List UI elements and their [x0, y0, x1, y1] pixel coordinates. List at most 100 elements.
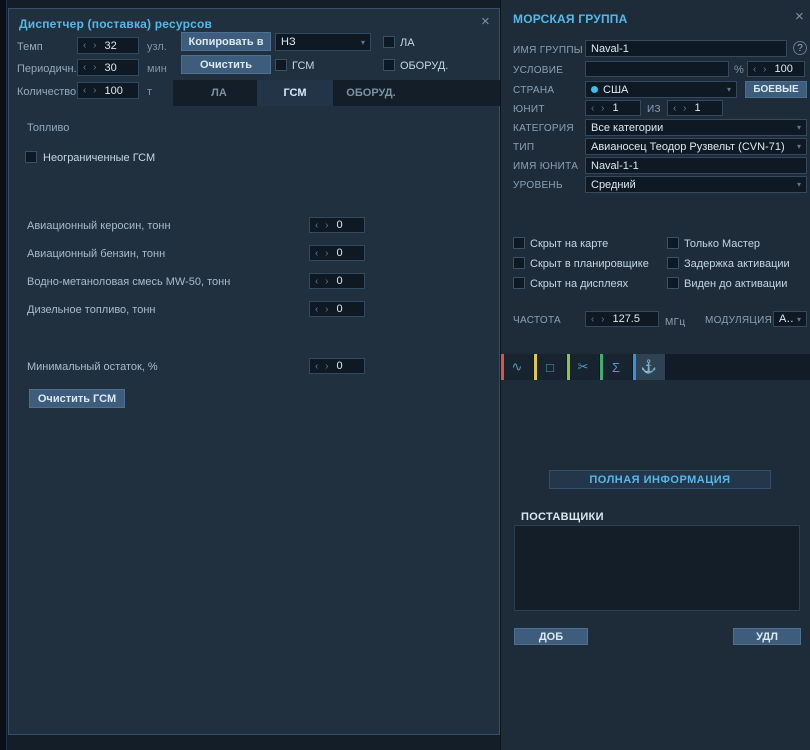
- chevron-down-icon[interactable]: ▾: [727, 85, 731, 94]
- stepper-arrows-icon[interactable]: ‹ ›: [753, 64, 768, 75]
- unit-name-input[interactable]: [585, 157, 807, 174]
- chevron-down-icon[interactable]: ▾: [797, 180, 801, 189]
- combat-button[interactable]: БОЕВЫЕ: [745, 81, 807, 98]
- min-remainder-stepper[interactable]: ‹ › 0: [309, 358, 365, 374]
- chevron-down-icon[interactable]: ▾: [797, 315, 801, 324]
- fuel-row-value: 0: [336, 303, 343, 315]
- unit-name-label: ИМЯ ЮНИТА: [513, 161, 579, 172]
- ship-tab-color-bar: [633, 354, 636, 380]
- dispatcher-tabstrip: ЛА ГСМ ОБОРУД.: [173, 80, 500, 106]
- fuel-row-stepper[interactable]: ‹ › 0: [309, 245, 365, 261]
- copy-flag-oborud-checkbox[interactable]: [383, 59, 395, 71]
- stepper-arrows-icon[interactable]: ‹ ›: [315, 361, 330, 372]
- country-color-dot: [591, 86, 598, 93]
- unit-index-stepper[interactable]: ‹ › 1: [585, 100, 641, 116]
- flag-master-only-checkbox[interactable]: [667, 237, 679, 249]
- stepper-arrows-icon[interactable]: ‹ ›: [315, 248, 330, 259]
- stepper-arrows-icon[interactable]: ‹ ›: [315, 220, 330, 231]
- stepper-arrows-icon[interactable]: ‹ ›: [83, 85, 98, 96]
- modulation-dropdown[interactable]: AM ▾: [773, 311, 807, 327]
- unit-index-label: ЮНИТ: [513, 104, 545, 115]
- icon-tab-sum[interactable]: Σ: [600, 354, 633, 380]
- stepper-arrows-icon[interactable]: ‹ ›: [591, 314, 606, 325]
- flag-activation-delay-checkbox[interactable]: [667, 257, 679, 269]
- tempo-unit-label: узл.: [147, 41, 167, 53]
- tab-la[interactable]: ЛА: [181, 80, 257, 106]
- copy-target-value: НЗ: [281, 36, 296, 48]
- icon-tab-ship[interactable]: ⚓: [633, 354, 666, 380]
- clear-fuel-button[interactable]: Очистить ГСМ: [29, 389, 125, 408]
- flag-hidden-in-planner-checkbox[interactable]: [513, 257, 525, 269]
- sum-tab-color-bar: [600, 354, 603, 380]
- icon-tab-route[interactable]: ∿: [501, 354, 534, 380]
- naval-group-window: МОРСКАЯ ГРУППА × ИМЯ ГРУППЫ ? УСЛОВИЕ % …: [500, 0, 810, 750]
- type-value: Авианосец Теодор Рузвельт (CVN-71): [591, 140, 785, 153]
- copy-flag-la-label: ЛА: [400, 37, 415, 49]
- delete-supplier-button[interactable]: УДЛ: [733, 628, 801, 645]
- period-value: 30: [104, 61, 117, 74]
- flag-visible-before-activation-label: Виден до активации: [684, 278, 788, 290]
- tempo-stepper[interactable]: ‹ › 32: [77, 37, 139, 54]
- suppliers-listbox[interactable]: [514, 525, 800, 611]
- unlimited-fuel-label: Неограниченные ГСМ: [43, 152, 156, 164]
- stepper-arrows-icon[interactable]: ‹ ›: [83, 62, 98, 73]
- type-label: ТИП: [513, 142, 535, 153]
- chevron-down-icon[interactable]: ▾: [797, 142, 801, 151]
- stepper-arrows-icon[interactable]: ‹ ›: [673, 103, 688, 114]
- flag-master-only-label: Только Мастер: [684, 238, 761, 250]
- country-dropdown[interactable]: США ▾: [585, 81, 737, 98]
- stepper-arrows-icon[interactable]: ‹ ›: [591, 103, 606, 114]
- frequency-stepper[interactable]: ‹ › 127.5: [585, 311, 659, 327]
- chevron-down-icon[interactable]: ▾: [361, 38, 365, 47]
- copy-to-button[interactable]: Копировать в: [181, 32, 271, 51]
- help-icon[interactable]: ?: [793, 41, 807, 55]
- resource-dispatcher-window: Диспетчер (поставка) ресурсов × Темп ‹ ›…: [8, 8, 500, 735]
- add-supplier-button[interactable]: ДОБ: [514, 628, 588, 645]
- group-name-input[interactable]: [585, 40, 787, 57]
- frequency-unit-label: МГц: [665, 317, 686, 328]
- scissors-icon: ✂: [577, 359, 589, 374]
- condition-input[interactable]: [585, 61, 729, 77]
- copy-target-dropdown[interactable]: НЗ ▾: [275, 33, 371, 51]
- stepper-arrows-icon[interactable]: ‹ ›: [315, 304, 330, 315]
- category-dropdown[interactable]: Все категории ▾: [585, 119, 807, 136]
- icon-tab-cut[interactable]: ✂: [567, 354, 600, 380]
- tab-gsm[interactable]: ГСМ: [257, 80, 333, 106]
- flag-hidden-on-map-checkbox[interactable]: [513, 237, 525, 249]
- period-stepper[interactable]: ‹ › 30: [77, 59, 139, 76]
- type-dropdown[interactable]: Авианосец Теодор Рузвельт (CVN-71) ▾: [585, 138, 807, 155]
- amount-stepper[interactable]: ‹ › 100: [77, 82, 139, 99]
- fuel-row-stepper[interactable]: ‹ › 0: [309, 301, 365, 317]
- close-icon[interactable]: ×: [795, 9, 804, 24]
- suppliers-label: ПОСТАВЩИКИ: [521, 511, 604, 523]
- unit-of-label: ИЗ: [647, 104, 661, 115]
- unit-total-stepper[interactable]: ‹ › 1: [667, 100, 723, 116]
- tempo-value: 32: [104, 39, 117, 52]
- flag-visible-before-activation-checkbox[interactable]: [667, 277, 679, 289]
- copy-flag-gsm-label: ГСМ: [292, 60, 315, 72]
- full-info-button[interactable]: ПОЛНАЯ ИНФОРМАЦИЯ: [549, 470, 771, 489]
- copy-flag-la-checkbox[interactable]: [383, 36, 395, 48]
- stepper-arrows-icon[interactable]: ‹ ›: [83, 40, 98, 51]
- copy-flag-gsm-checkbox[interactable]: [275, 59, 287, 71]
- close-icon[interactable]: ×: [481, 14, 490, 29]
- chevron-down-icon[interactable]: ▾: [797, 123, 801, 132]
- unit-index-value: 1: [612, 102, 619, 114]
- fuel-row-stepper[interactable]: ‹ › 0: [309, 217, 365, 233]
- level-dropdown[interactable]: Средний ▾: [585, 176, 807, 193]
- amount-label: Количество: [17, 86, 77, 98]
- copy-flag-oborud-label: ОБОРУД.: [400, 60, 449, 72]
- fuel-row-stepper[interactable]: ‹ › 0: [309, 273, 365, 289]
- category-value: Все категории: [591, 121, 664, 134]
- group-icon-tabstrip: ∿ □ ✂ Σ ⚓: [501, 354, 810, 380]
- route-icon: ∿: [511, 359, 523, 374]
- condition-stepper[interactable]: ‹ › 100: [747, 61, 805, 77]
- country-label: СТРАНА: [513, 85, 555, 96]
- stepper-arrows-icon[interactable]: ‹ ›: [315, 276, 330, 287]
- icon-tab-frame[interactable]: □: [534, 354, 567, 380]
- tab-oborud[interactable]: ОБОРУД.: [333, 80, 409, 106]
- clear-button[interactable]: Очистить: [181, 55, 271, 74]
- flag-hidden-on-displays-checkbox[interactable]: [513, 277, 525, 289]
- unlimited-fuel-checkbox[interactable]: [25, 151, 37, 163]
- tempo-label: Темп: [17, 41, 43, 53]
